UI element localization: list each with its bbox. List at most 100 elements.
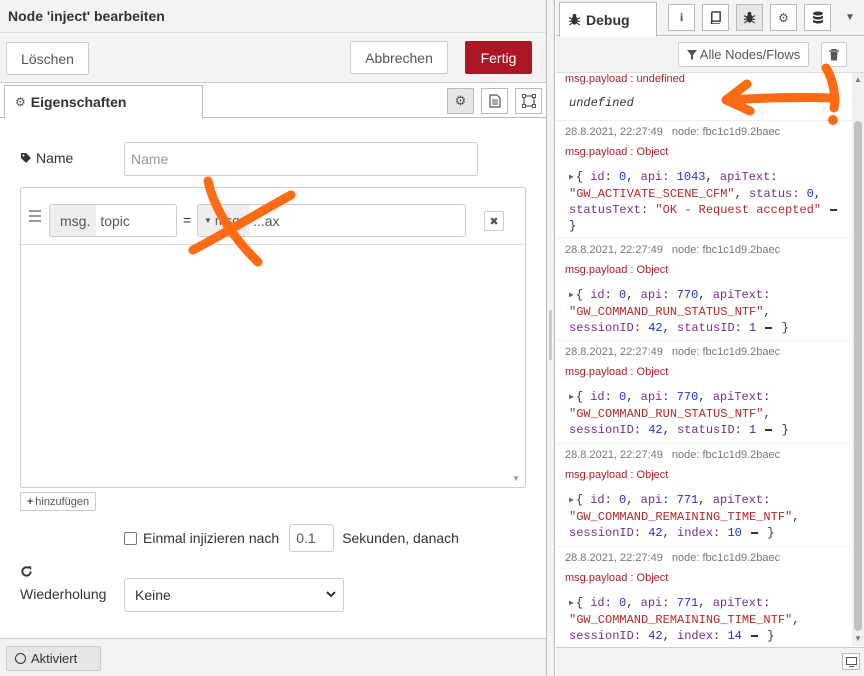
info-icon: i [679, 10, 684, 24]
clear-button[interactable] [821, 42, 847, 67]
chevron-down-icon [326, 591, 336, 598]
hamburger-icon[interactable] [29, 210, 41, 222]
triangle-right-icon[interactable]: ▶ [569, 173, 574, 182]
triangle-right-icon[interactable]: ▶ [569, 599, 574, 608]
tab-properties[interactable]: ⚙ Eigenschaften [4, 85, 203, 119]
frame-icon [521, 94, 536, 108]
trash-icon [829, 48, 839, 60]
chevron-down-icon[interactable]: ▼ [843, 10, 857, 24]
sidebar-tabs: Debug i ⚙ ▼ [556, 0, 864, 37]
property-type-select[interactable]: ▼ msg. [198, 205, 250, 236]
scroll-thumb[interactable] [854, 121, 862, 631]
close-icon[interactable]: ✖ [484, 211, 504, 231]
message-payload[interactable]: ▶{ id: 0, api: 1043, apiText: "GW_ACTIVAT… [569, 169, 844, 234]
equals-sign: = [183, 212, 192, 228]
message-meta: 28.8.2021, 22:27:49 node: fbc1c1d9.2baec [565, 552, 780, 564]
add-property-button[interactable]: + hinzufügen [20, 492, 96, 511]
tab-config[interactable]: ⚙ [770, 4, 797, 31]
tab-properties-label: Eigenschaften [30, 94, 127, 110]
property-key-input[interactable]: msg. topic [49, 204, 177, 237]
message-payload[interactable]: ▶{ id: 0, api: 770, apiText: "GW_COMMAND_… [569, 287, 844, 336]
repeat-select-value: Keine [135, 587, 171, 603]
property-row: msg. topic = ▼ msg. ...ax ✖ [21, 188, 525, 245]
debug-sidebar: Debug i ⚙ ▼ Alle Nodes/Flows msg.payload… [556, 0, 864, 676]
message-payload[interactable]: ▶{ id: 0, api: 771, apiText: "GW_COMMAND_… [569, 492, 844, 541]
tab-help[interactable] [702, 4, 729, 31]
tab-settings[interactable]: ⚙ [447, 88, 474, 114]
tab-debug-icon[interactable] [736, 4, 763, 31]
inject-once-delay-input[interactable]: 0.1 [289, 524, 335, 552]
ellipsis-icon [751, 531, 759, 534]
filter-label: Alle Nodes/Flows [699, 47, 801, 62]
message-date: 28.8.2021, 22:27:49 [565, 449, 663, 461]
debug-scrollbar[interactable]: ▲ ▼ [852, 73, 864, 646]
gear-icon: ⚙ [778, 10, 789, 25]
tab-debug-label: Debug [586, 11, 630, 28]
message-topic: msg.payload : Object [565, 146, 669, 158]
property-list: msg. topic = ▼ msg. ...ax ✖ ▼ [20, 187, 526, 488]
ellipsis-icon [765, 326, 773, 329]
message-node[interactable]: node: fbc1c1d9.2baec [672, 346, 780, 358]
message-topic: msg.payload : Object [565, 366, 669, 378]
inject-once-label: Einmal injizieren nach [143, 530, 280, 546]
tag-icon [21, 153, 31, 163]
bug-icon [568, 13, 581, 26]
property-value-input[interactable]: ▼ msg. ...ax [197, 204, 466, 237]
debug-message: 28.8.2021, 22:27:49 node: fbc1c1d9.2baec m… [556, 547, 852, 646]
ellipsis-icon [765, 428, 773, 431]
debug-message-partial: msg.payload : undefined undefined [556, 73, 852, 121]
delete-button[interactable]: Löschen [6, 42, 89, 75]
tab-debug[interactable]: Debug [559, 2, 657, 37]
ellipsis-icon [751, 634, 759, 637]
tab-context[interactable] [804, 4, 831, 31]
tab-description[interactable] [481, 88, 508, 114]
book-icon [710, 11, 721, 24]
bug-icon [743, 11, 756, 24]
property-key-prefix: msg. [50, 205, 97, 236]
scroll-up-arrow[interactable]: ▲ [854, 75, 862, 84]
inject-once-checkbox[interactable] [124, 531, 137, 545]
tab-info[interactable]: i [668, 4, 695, 31]
message-node[interactable]: node: fbc1c1d9.2baec [672, 244, 780, 256]
gear-icon: ⚙ [454, 93, 467, 108]
message-node[interactable]: node: fbc1c1d9.2baec [672, 449, 780, 461]
sidebar-splitter[interactable] [547, 0, 555, 676]
gear-icon: ⚙ [15, 95, 26, 109]
popout-icon [845, 656, 857, 667]
message-meta: 28.8.2021, 22:27:49 node: fbc1c1d9.2baec [565, 449, 780, 461]
message-node[interactable]: node: fbc1c1d9.2baec [672, 126, 780, 138]
message-date: 28.8.2021, 22:27:49 [565, 346, 663, 358]
message-date: 28.8.2021, 22:27:49 [565, 244, 663, 256]
message-payload[interactable]: ▶{ id: 0, api: 770, apiText: "GW_COMMAND_… [569, 389, 844, 438]
message-node[interactable]: node: fbc1c1d9.2baec [672, 552, 780, 564]
message-topic: msg.payload : Object [565, 469, 669, 481]
cancel-button[interactable]: Abbrechen [350, 41, 448, 74]
debug-toolbar: Alle Nodes/Flows [556, 37, 864, 73]
done-button[interactable]: Fertig [465, 41, 532, 74]
tab-appearance[interactable] [515, 88, 542, 114]
triangle-right-icon[interactable]: ▶ [569, 291, 574, 300]
message-date: 28.8.2021, 22:27:49 [565, 126, 663, 138]
repeat-select[interactable]: Keine [124, 578, 344, 612]
triangle-right-icon[interactable]: ▶ [569, 496, 574, 505]
debug-footer [556, 647, 864, 676]
filter-button[interactable]: Alle Nodes/Flows [678, 42, 809, 67]
message-meta: 28.8.2021, 22:27:49 node: fbc1c1d9.2baec [565, 126, 780, 138]
scroll-down-arrow[interactable]: ▼ [512, 474, 520, 483]
node-enabled-toggle[interactable]: Aktiviert [6, 646, 101, 671]
triangle-right-icon[interactable]: ▶ [569, 393, 574, 402]
add-property-label: hinzufügen [35, 495, 90, 508]
name-input[interactable]: Name [124, 142, 478, 176]
inject-once-row: Einmal injizieren nach 0.1 Sekunden, dan… [124, 524, 459, 552]
message-meta: 28.8.2021, 22:27:49 node: fbc1c1d9.2baec [565, 244, 780, 256]
tray-header: Node 'inject' bearbeiten [0, 0, 546, 33]
splitter-grip[interactable] [549, 310, 552, 360]
repeat-label: Wiederholung [20, 586, 107, 602]
plus-icon: + [26, 495, 34, 508]
debug-message: 28.8.2021, 22:27:49 node: fbc1c1d9.2baec m… [556, 121, 852, 239]
tray-toolbar: Löschen Abbrechen Fertig [0, 33, 546, 83]
message-payload[interactable]: ▶{ id: 0, api: 771, apiText: "GW_COMMAND_… [569, 595, 844, 644]
scroll-down-arrow[interactable]: ▼ [854, 634, 862, 643]
popout-button[interactable] [842, 653, 860, 670]
tray-title: Node 'inject' bearbeiten [8, 8, 165, 24]
